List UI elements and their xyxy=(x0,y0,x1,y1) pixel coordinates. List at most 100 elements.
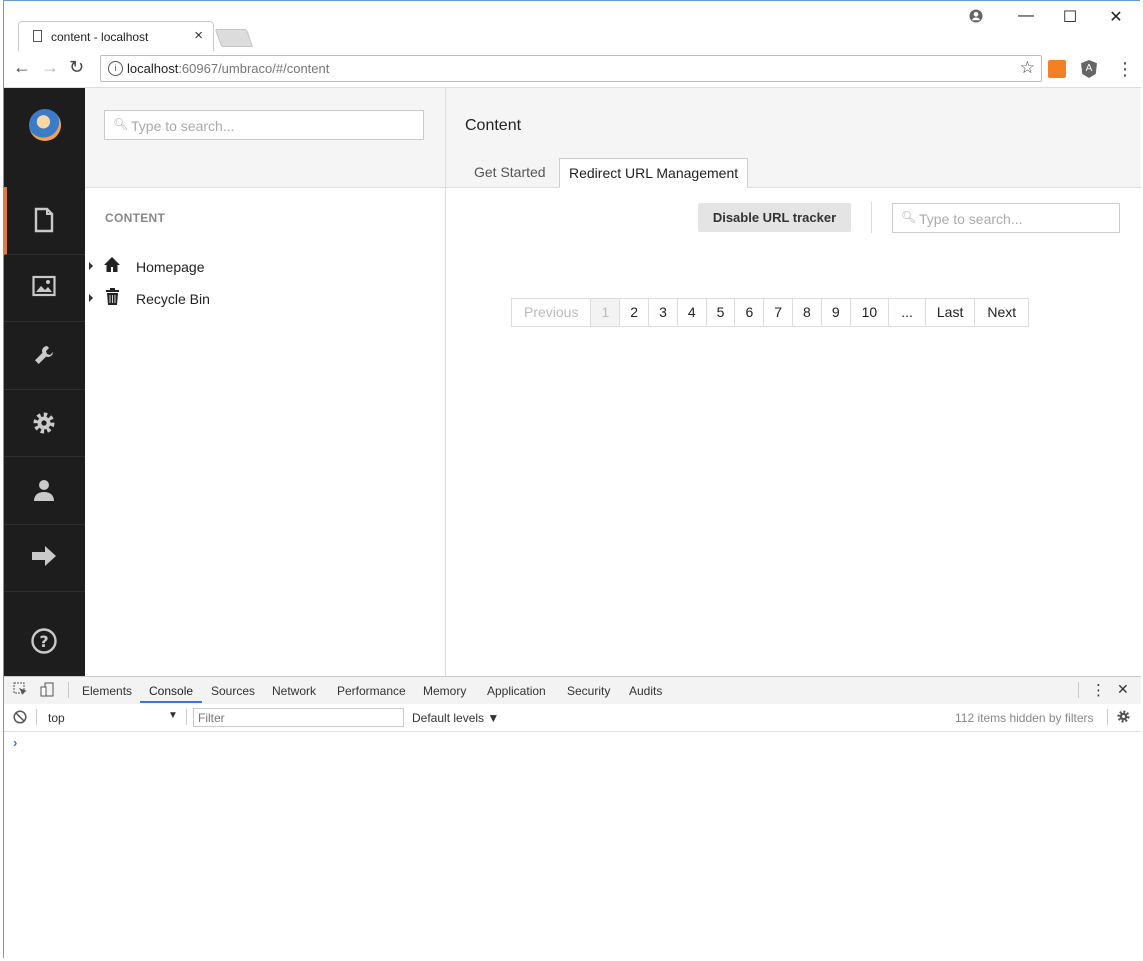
umbraco-app: ? 🔍︎ Type to search... CONTENT Homepage xyxy=(4,88,1141,676)
extension-chart-icon[interactable] xyxy=(1048,60,1066,78)
forward-icon[interactable]: → xyxy=(41,57,59,78)
devtools-menu-icon[interactable]: ⋮ xyxy=(1091,681,1106,699)
back-icon[interactable]: ← xyxy=(13,57,31,78)
devtools-panel: Elements Console Sources Network Perform… xyxy=(4,676,1141,960)
divider xyxy=(871,202,872,233)
devtools-close-icon[interactable]: ✕ xyxy=(1117,681,1129,698)
pagination-page[interactable]: 3 xyxy=(649,299,678,326)
devtools-tab-network[interactable]: Network xyxy=(272,684,316,698)
toolbar: ← → ↻ i localhost:60967/umbraco/#/conten… xyxy=(4,51,1141,88)
devtools-tab-sources[interactable]: Sources xyxy=(211,684,255,698)
tab-title: content - localhost xyxy=(51,30,149,44)
tab-redirect-url-management[interactable]: Redirect URL Management xyxy=(559,158,749,188)
pagination-page[interactable]: 9 xyxy=(821,299,851,326)
devtools-tab-security[interactable]: Security xyxy=(567,684,610,698)
inspect-element-icon[interactable] xyxy=(13,682,28,700)
device-toolbar-icon[interactable] xyxy=(40,682,55,700)
devtools-tab-bar: Elements Console Sources Network Perform… xyxy=(4,677,1141,705)
divider xyxy=(1107,709,1108,725)
help-icon: ? xyxy=(31,628,57,654)
expand-caret-icon[interactable] xyxy=(89,294,93,302)
section-settings[interactable] xyxy=(4,323,85,390)
console-settings-gear-icon[interactable] xyxy=(1116,709,1131,727)
maximize-button[interactable]: ☐ xyxy=(1055,7,1085,27)
tree-node-recycle-bin[interactable]: Recycle Bin xyxy=(89,288,389,312)
section-help[interactable]: ? xyxy=(4,608,85,675)
pagination-last[interactable]: Last xyxy=(925,299,976,326)
image-icon xyxy=(31,275,57,301)
devtools-tab-audits[interactable]: Audits xyxy=(629,684,662,698)
devtools-tab-elements[interactable]: Elements xyxy=(82,684,132,698)
tree-node-homepage[interactable]: Homepage xyxy=(89,256,389,280)
section-nav: ? xyxy=(4,88,85,676)
dropdown-arrow-icon[interactable]: ▼ xyxy=(168,710,178,721)
section-content[interactable] xyxy=(4,187,85,255)
address-bar[interactable]: i localhost:60967/umbraco/#/content ☆ xyxy=(100,55,1042,82)
redirect-search-input[interactable]: 🔍︎ Type to search... xyxy=(892,203,1120,233)
devtools-tab-performance[interactable]: Performance xyxy=(337,684,406,698)
pagination-page[interactable]: 8 xyxy=(793,299,822,326)
url-text: localhost:60967/umbraco/#/content xyxy=(127,61,330,76)
browser-menu-icon[interactable]: ⋮ xyxy=(1116,59,1134,80)
info-icon[interactable]: i xyxy=(108,61,123,76)
console-toolbar: top ▼ Filter Default levels ▼ 112 items … xyxy=(4,704,1141,732)
tree-node-label: Homepage xyxy=(136,259,205,275)
avatar[interactable] xyxy=(29,109,61,141)
divider xyxy=(1078,682,1079,698)
pagination-page[interactable]: 7 xyxy=(764,299,794,326)
divider xyxy=(186,709,187,725)
trash-icon xyxy=(106,288,126,310)
clear-console-icon[interactable] xyxy=(13,710,27,727)
section-media[interactable] xyxy=(4,255,85,322)
devtools-tab-application[interactable]: Application xyxy=(487,684,546,698)
editor-header: Content Get Started Redirect URL Managem… xyxy=(446,88,1141,188)
section-developer[interactable] xyxy=(4,390,85,457)
svg-text:?: ? xyxy=(39,632,48,651)
pagination-ellipsis[interactable]: ... xyxy=(889,299,926,326)
section-forms[interactable] xyxy=(4,525,85,592)
context-selector[interactable]: top xyxy=(48,711,65,725)
tab-strip: content - localhost × — ☐ ✕ xyxy=(4,1,1141,51)
console-filter-input[interactable]: Filter xyxy=(193,708,404,727)
browser-window: content - localhost × — ☐ ✕ ← → ↻ i loca… xyxy=(3,0,1141,960)
close-window-button[interactable]: ✕ xyxy=(1101,7,1131,27)
console-prompt[interactable]: › xyxy=(13,735,17,750)
divider xyxy=(36,709,37,725)
home-icon xyxy=(103,256,123,278)
pagination-page[interactable]: 6 xyxy=(735,299,765,326)
active-tab-indicator xyxy=(140,701,202,703)
pagination-page[interactable]: 10 xyxy=(850,299,890,326)
user-icon xyxy=(31,478,57,504)
expand-caret-icon[interactable] xyxy=(89,262,93,270)
pagination-page[interactable]: 4 xyxy=(677,299,707,326)
page-title: Content xyxy=(465,117,522,134)
tab-get-started[interactable]: Get Started xyxy=(465,158,555,188)
profile-icon[interactable] xyxy=(961,9,991,28)
pagination-page[interactable]: 1 xyxy=(591,299,621,326)
new-tab-button[interactable] xyxy=(214,29,254,47)
devtools-tab-console[interactable]: Console xyxy=(149,684,193,698)
pagination-previous[interactable]: Previous xyxy=(512,299,592,326)
pagination-page[interactable]: 2 xyxy=(620,299,650,326)
tree-search-input[interactable]: 🔍︎ Type to search... xyxy=(104,110,424,140)
log-levels-dropdown[interactable]: Default levels ▼ xyxy=(412,711,499,725)
tree-header: 🔍︎ Type to search... xyxy=(85,88,445,188)
section-users[interactable] xyxy=(4,458,85,525)
gear-icon xyxy=(31,410,57,436)
search-icon: 🔍︎ xyxy=(901,210,917,224)
disable-url-tracker-button[interactable]: Disable URL tracker xyxy=(698,203,851,232)
reload-icon[interactable]: ↻ xyxy=(69,57,84,78)
minimize-button[interactable]: — xyxy=(1011,7,1041,25)
pagination-page[interactable]: 5 xyxy=(706,299,736,326)
angular-extension-icon[interactable]: A xyxy=(1081,60,1097,78)
document-icon xyxy=(33,30,42,42)
wrench-icon xyxy=(31,343,57,369)
arrow-right-icon xyxy=(31,545,57,571)
bookmark-star-icon[interactable]: ☆ xyxy=(1020,58,1035,78)
devtools-tab-memory[interactable]: Memory xyxy=(423,684,466,698)
tab-close-icon[interactable]: × xyxy=(194,27,203,44)
tree-node-label: Recycle Bin xyxy=(136,291,210,307)
tree-section-label: CONTENT xyxy=(105,211,166,225)
browser-tab[interactable]: content - localhost × xyxy=(18,21,214,51)
pagination-next[interactable]: Next xyxy=(975,299,1029,326)
